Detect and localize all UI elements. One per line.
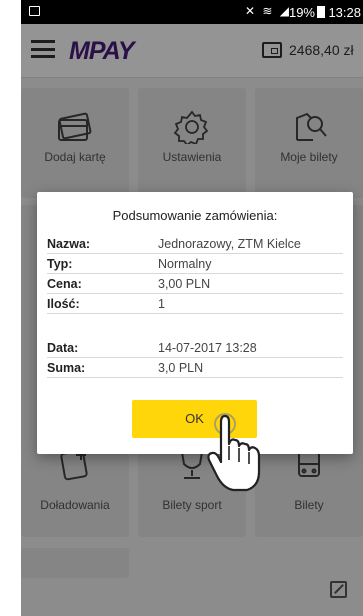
notification-icon: [29, 6, 40, 16]
row-value: Normalny: [158, 257, 212, 271]
summary-row-name: Nazwa: Jednorazowy, ZTM Kielce: [47, 234, 343, 254]
row-key: Nazwa:: [47, 237, 91, 251]
hand-cursor-icon: [207, 413, 261, 492]
signal-icons: ✕ ≋ ◢: [244, 4, 291, 18]
row-key: Cena:: [47, 277, 82, 291]
row-key: Typ:: [47, 257, 73, 271]
battery-percent: 19%: [288, 5, 315, 20]
battery-icon: [317, 6, 325, 18]
row-value: 14-07-2017 13:28: [158, 341, 257, 355]
edit-icon[interactable]: [330, 581, 347, 598]
row-value: 3,0 PLN: [158, 361, 204, 375]
summary-row-type: Typ: Normalny: [47, 254, 343, 274]
summary-row-price: Cena: 3,00 PLN: [47, 274, 343, 294]
dialog-title: Podsumowanie zamówienia:: [112, 208, 278, 223]
row-key: Ilość:: [47, 297, 80, 311]
row-value: Jednorazowy, ZTM Kielce: [158, 237, 301, 251]
status-bar: ✕ ≋ ◢ 19% 13:28: [21, 0, 363, 24]
summary-row-quantity: Ilość: 1: [47, 294, 343, 314]
row-value: 3,00 PLN: [158, 277, 211, 291]
order-summary-dialog: Podsumowanie zamówienia: Nazwa: Jednoraz…: [37, 192, 353, 454]
summary-row-total: Suma: 3,0 PLN: [47, 358, 343, 378]
row-key: Data:: [47, 341, 79, 355]
clock: 13:28: [328, 5, 361, 20]
summary-row-date: Data: 14-07-2017 13:28: [47, 338, 343, 358]
row-key: Suma:: [47, 361, 86, 375]
row-value: 1: [158, 297, 165, 311]
